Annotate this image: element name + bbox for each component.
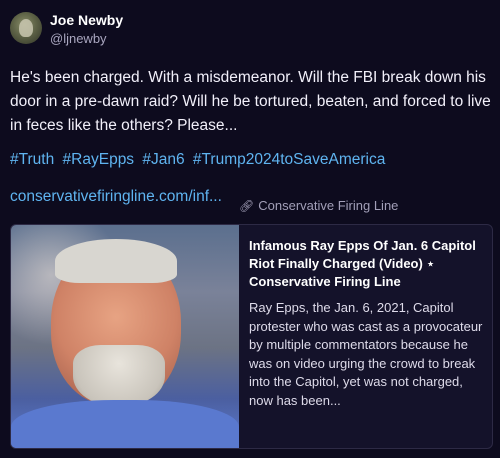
post: Joe Newby @ljnewby He's been charged. Wi… — [0, 0, 500, 458]
author-handle[interactable]: @ljnewby — [50, 31, 107, 46]
hashtag-trump2024tosaveamerica[interactable]: #Trump2024toSaveAmerica — [193, 151, 385, 168]
post-text: He's been charged. With a misdemeanor. W… — [10, 69, 491, 134]
card-description: Ray Epps, the Jan. 6, 2021, Capitol prot… — [249, 300, 483, 408]
author-display-name[interactable]: Joe Newby — [50, 12, 123, 28]
card-body: Infamous Ray Epps Of Jan. 6 Capitol Riot… — [249, 237, 485, 410]
link-icon: 🔗︎ — [239, 198, 255, 213]
hashtag-list: #Truth #RayEpps #Jan6 #Trump2024toSaveAm… — [10, 150, 389, 170]
link-preview-card[interactable]: Infamous Ray Epps Of Jan. 6 Capitol Riot… — [10, 224, 493, 449]
article-link[interactable]: conservativefiringline.com/inf... — [10, 187, 222, 207]
hashtag-jan6[interactable]: #Jan6 — [142, 151, 184, 168]
card-thumbnail — [11, 225, 239, 448]
hashtag-truth[interactable]: #Truth — [10, 151, 54, 168]
hashtag-rayepps[interactable]: #RayEpps — [63, 151, 135, 168]
avatar-image — [19, 19, 33, 37]
card-source[interactable]: 🔗︎ Conservative Firing Line — [239, 198, 398, 213]
card-source-label: Conservative Firing Line — [258, 198, 399, 213]
avatar[interactable] — [10, 12, 42, 44]
card-title[interactable]: Infamous Ray Epps Of Jan. 6 Capitol Riot… — [249, 237, 485, 291]
